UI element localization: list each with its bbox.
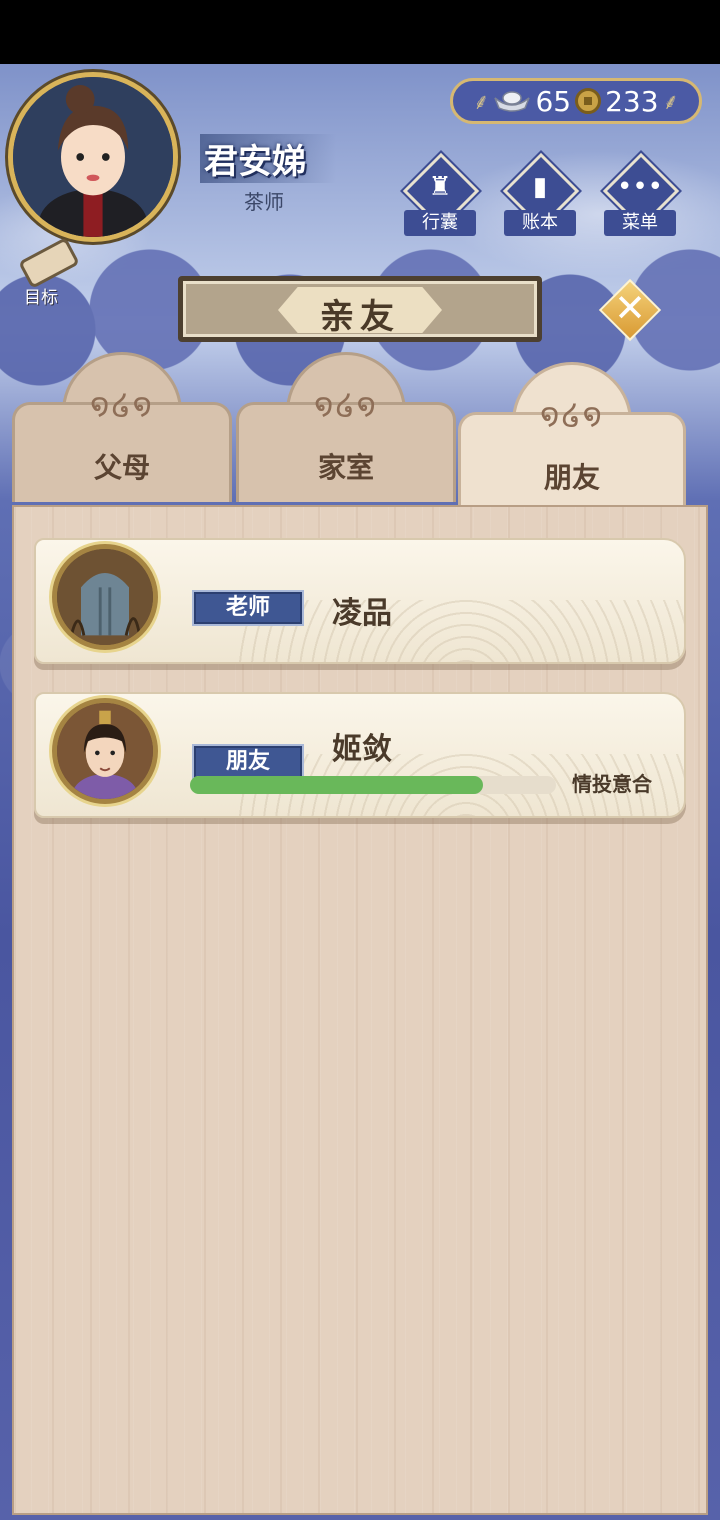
silver-amount: 65 (535, 84, 572, 118)
player-name: 君安娣 (200, 134, 336, 183)
menu-button[interactable]: ••• 菜单 (600, 152, 680, 238)
npc-name: 姬敛 (332, 732, 392, 767)
more-icon: ••• (616, 172, 663, 202)
player-portrait-icon (13, 77, 173, 237)
ledger-icon: ▮ (532, 172, 548, 202)
close-icon: ✕ (614, 286, 646, 330)
npc-avatar (52, 544, 158, 650)
relation-card[interactable]: 朋友 姬敛 情投意合 (34, 692, 686, 818)
cloud-swirl-icon: ໑໒໑ (314, 388, 378, 423)
npc-portrait-icon (57, 703, 153, 799)
relation-tag: 老师 (192, 590, 304, 626)
bag-label: 行囊 (404, 210, 476, 236)
copper-coin-icon (575, 88, 602, 114)
tombstone-icon (57, 549, 153, 645)
tab-family-label: 家室 (317, 451, 374, 484)
bamboo-icon: ⸙ (472, 90, 490, 115)
tab-parents[interactable]: ໑໒໑ 父母 (12, 352, 232, 502)
title-banner: 亲友 (178, 276, 542, 342)
tab-parents-label: 父母 (93, 451, 150, 484)
npc-name: 凌品 (332, 596, 392, 631)
relation-card[interactable]: 老师 凌品 (34, 538, 686, 664)
bag-button[interactable]: ♜ 行囊 (400, 152, 480, 238)
cloud-swirl-icon: ໑໒໑ (540, 398, 604, 433)
goal-label: 目标 (24, 288, 58, 308)
affinity-label: 情投意合 (572, 772, 652, 796)
scroll-icon (18, 237, 80, 289)
currency-bar: ⸙ 65 233 ⸙ (450, 78, 702, 124)
bag-icon: ♜ (428, 172, 452, 202)
ledger-label: 账本 (504, 210, 576, 236)
close-button[interactable]: ✕ (598, 278, 662, 342)
tab-friends-label: 朋友 (543, 461, 600, 494)
menu-label: 菜单 (604, 210, 676, 236)
silver-ingot-icon (494, 91, 531, 112)
affinity-fill (190, 776, 483, 794)
player-title: 茶师 (244, 190, 284, 214)
tab-friends[interactable]: ໑໒໑ 朋友 (458, 362, 686, 512)
page-title: 亲友 (320, 297, 400, 337)
affinity-bar (190, 776, 556, 794)
relation-tag: 朋友 (192, 744, 304, 780)
cloud-swirl-icon: ໑໒໑ (90, 388, 154, 423)
copper-amount: 233 (605, 84, 659, 118)
tab-family[interactable]: ໑໒໑ 家室 (236, 352, 456, 502)
npc-avatar (52, 698, 158, 804)
ledger-button[interactable]: ▮ 账本 (500, 152, 580, 238)
bamboo-icon: ⸙ (662, 90, 680, 115)
status-bar (0, 0, 720, 64)
player-avatar[interactable] (8, 72, 178, 242)
